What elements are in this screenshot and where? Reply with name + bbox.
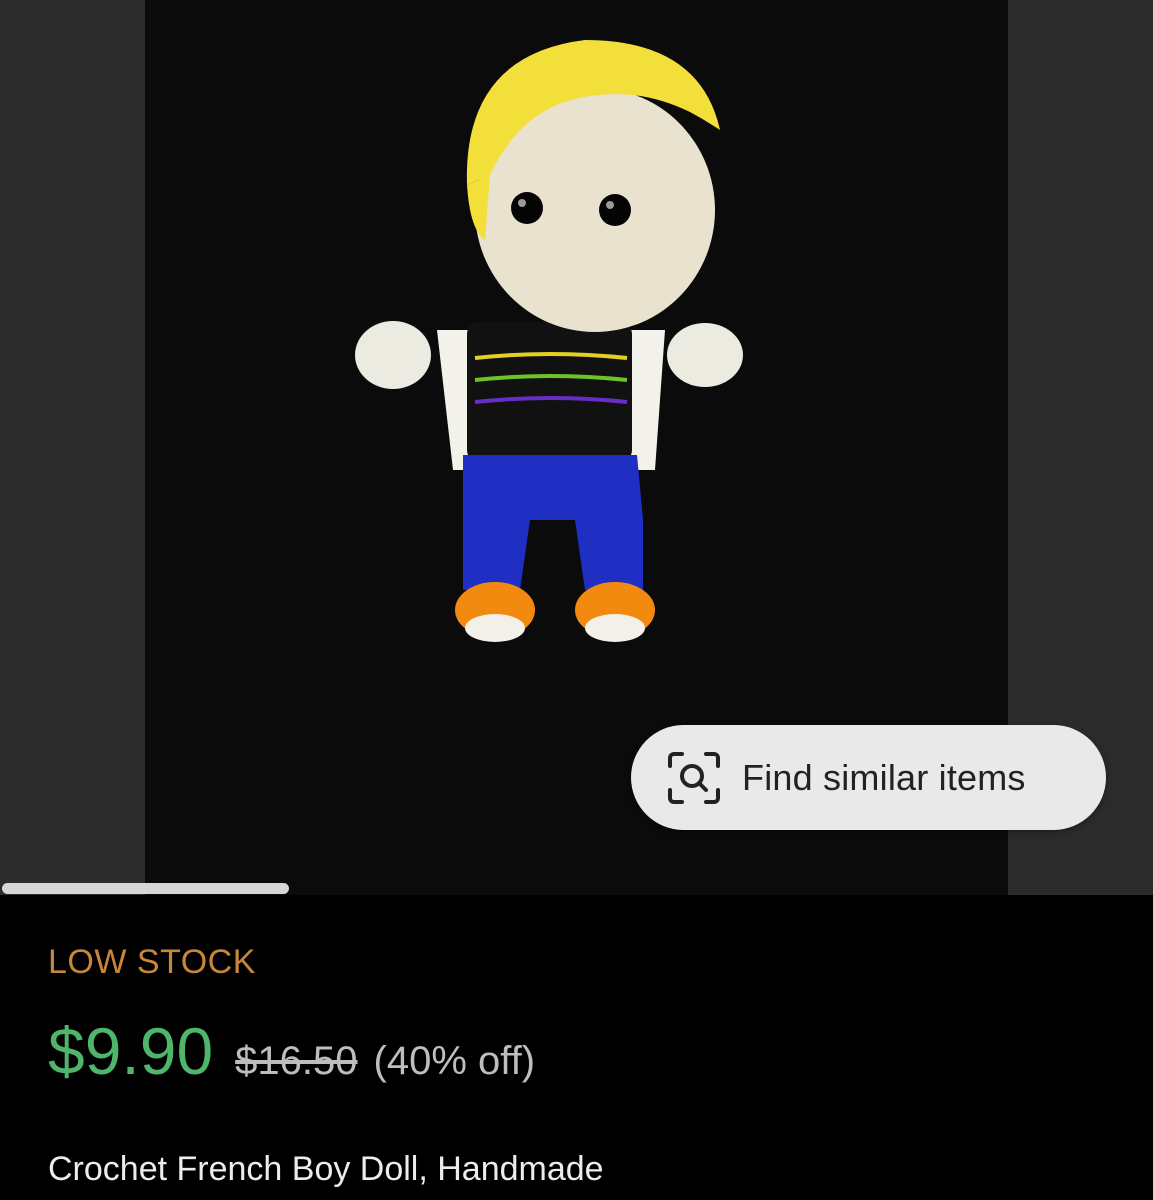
- visual-search-icon: [666, 750, 722, 806]
- stock-status: LOW STOCK: [48, 943, 256, 981]
- listing-title: Crochet French Boy Doll, Handmade: [48, 1150, 604, 1188]
- discount-label: (40% off): [373, 1039, 536, 1083]
- find-similar-label: Find similar items: [742, 756, 1026, 798]
- gallery-scroll-indicator: [2, 883, 289, 894]
- image-gallery[interactable]: Find similar items: [0, 0, 1153, 895]
- find-similar-button[interactable]: Find similar items: [631, 725, 1106, 830]
- price-row: $9.90 $16.50 (40% off): [48, 1013, 535, 1089]
- sale-price: $9.90: [48, 1014, 214, 1088]
- listing-details: LOW STOCK $9.90 $16.50 (40% off) Crochet…: [0, 895, 1153, 1200]
- original-price: $16.50: [235, 1039, 358, 1083]
